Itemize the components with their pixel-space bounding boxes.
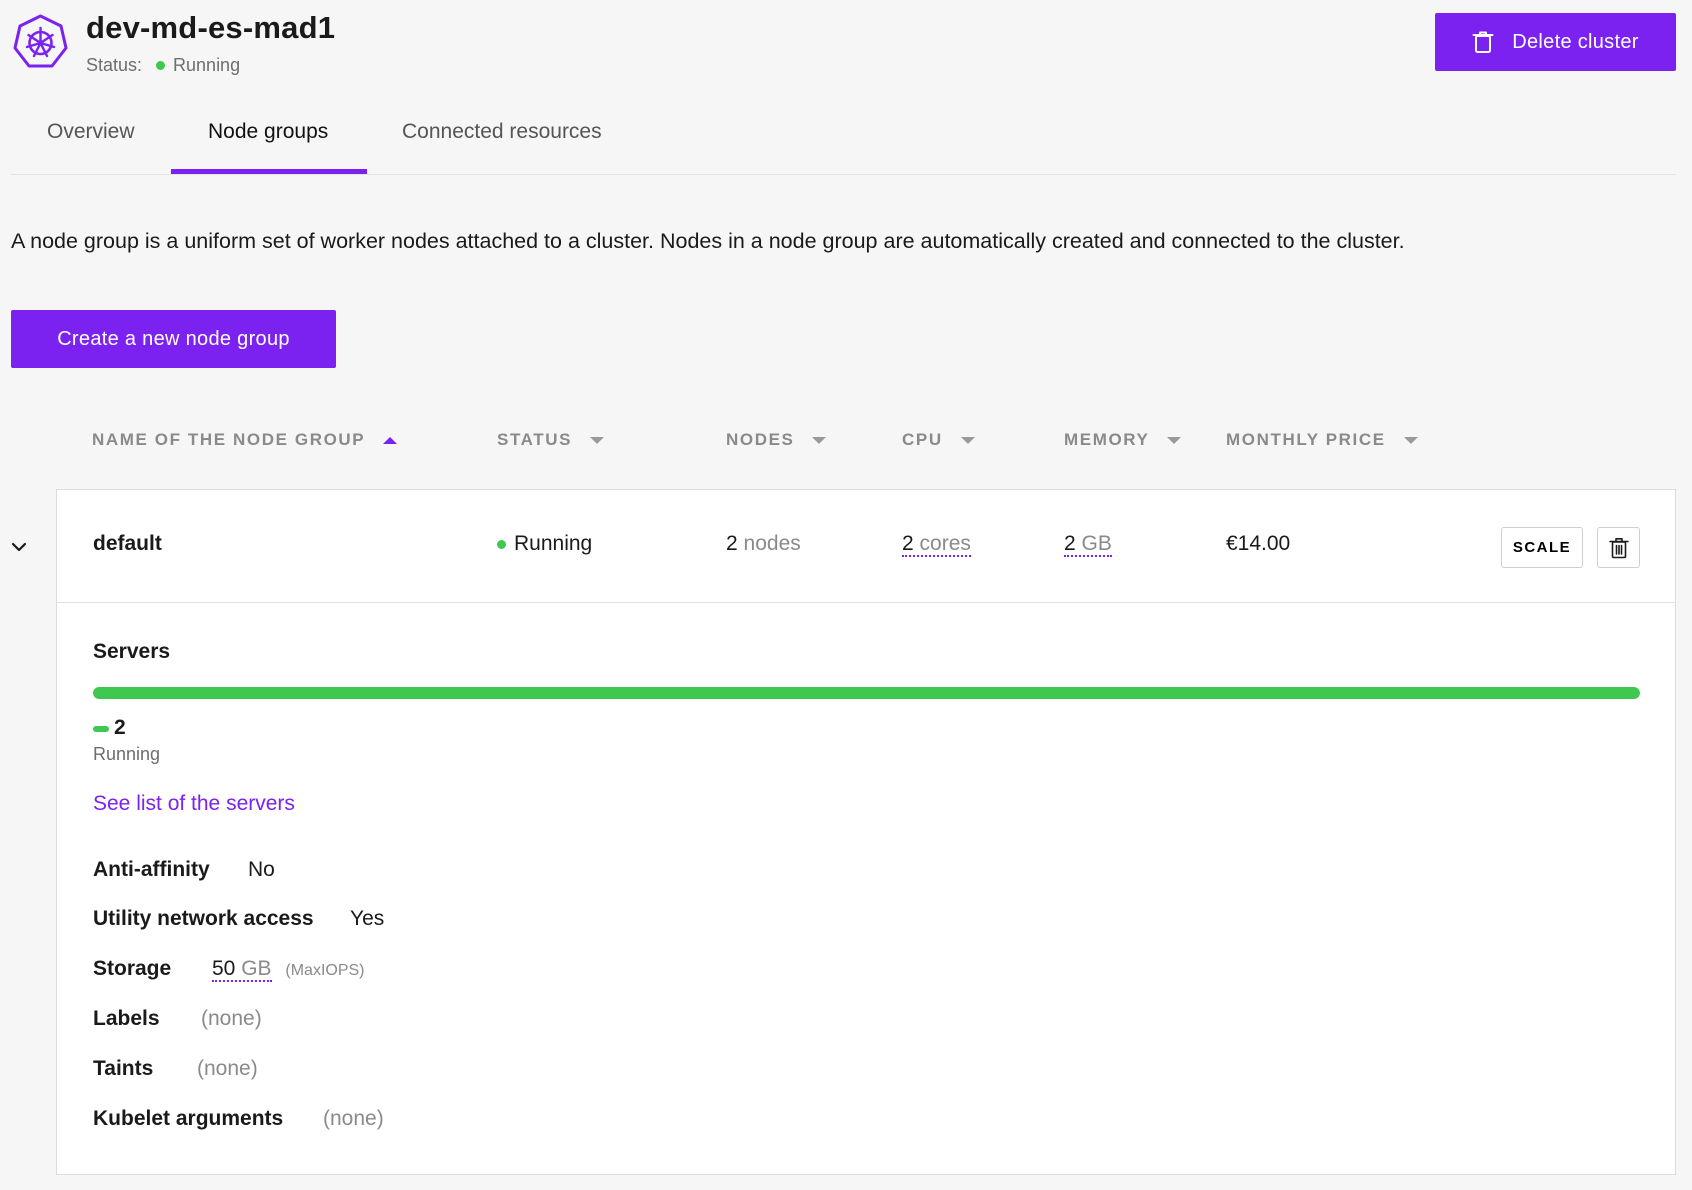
cluster-name: dev-md-es-mad1 (86, 10, 336, 45)
node-group-status-text: Running (514, 532, 593, 555)
nodes-unit: nodes (743, 532, 801, 555)
column-header-cpu-label: CPU (902, 430, 943, 449)
tab-bar: Overview Node groups Connected resources (11, 110, 1676, 175)
tab-overview[interactable]: Overview (47, 120, 135, 144)
node-group-description: A node group is a uniform set of worker … (11, 229, 1405, 253)
column-header-name-label: NAME OF THE NODE GROUP (92, 430, 366, 449)
status-running-dot (497, 539, 506, 549)
servers-progress-fill (93, 687, 1640, 699)
column-header-name[interactable]: NAME OF THE NODE GROUP (92, 430, 398, 450)
sort-arrow-icon (1167, 436, 1182, 444)
taints-label: Taints (93, 1057, 154, 1080)
sort-arrow-icon (812, 436, 827, 444)
column-header-nodes[interactable]: NODES (726, 430, 827, 450)
storage-size[interactable]: 50 GB (212, 957, 272, 982)
active-tab-indicator (171, 169, 367, 174)
storage-type: (MaxIOPS) (285, 962, 365, 979)
sort-arrow-icon (590, 436, 605, 444)
memory-value[interactable]: 2 GB (1064, 532, 1112, 557)
create-node-group-button[interactable]: Create a new node group (11, 310, 336, 368)
running-count: 2 (114, 716, 126, 739)
tab-connected-resources[interactable]: Connected resources (402, 120, 602, 144)
column-header-memory[interactable]: MEMORY (1064, 430, 1182, 450)
column-header-cpu[interactable]: CPU (902, 430, 975, 450)
storage-unit: GB (241, 957, 272, 980)
kubernetes-logo-icon (13, 14, 68, 68)
storage-label: Storage (93, 957, 172, 980)
column-header-monthly-price[interactable]: MONTHLY PRICE (1226, 430, 1418, 450)
status-label: Status: (86, 55, 143, 75)
taints-value: (none) (197, 1057, 258, 1080)
running-legend-swatch (93, 726, 109, 732)
column-header-memory-label: MEMORY (1064, 430, 1150, 449)
storage-value: 50 GB (MaxIOPS) (212, 957, 365, 982)
column-header-status-label: STATUS (497, 430, 573, 449)
node-group-card (56, 489, 1676, 1175)
kubelet-arguments-label: Kubelet arguments (93, 1107, 284, 1130)
sort-arrow-icon (1403, 436, 1418, 444)
nodes-count: 2 (726, 532, 738, 555)
sort-asc-icon (383, 436, 398, 444)
servers-title: Servers (93, 640, 171, 663)
status-value: Running (173, 55, 241, 75)
see-servers-link[interactable]: See list of the servers (93, 792, 295, 816)
memory-unit: GB (1081, 532, 1112, 555)
memory-count: 2 (1064, 532, 1076, 555)
utility-network-label: Utility network access (93, 907, 314, 930)
tab-node-groups[interactable]: Node groups (208, 120, 328, 144)
utility-network-value: Yes (350, 907, 385, 930)
trash-icon (1608, 537, 1629, 558)
trash-icon (1472, 31, 1494, 53)
delete-node-group-button[interactable] (1597, 527, 1640, 568)
labels-value: (none) (201, 1007, 262, 1030)
node-group-price: €14.00 (1226, 532, 1291, 555)
sort-arrow-icon (960, 436, 975, 444)
storage-count: 50 (212, 957, 236, 980)
node-group-nodes: 2 nodes (726, 532, 801, 556)
node-group-status: Running (497, 532, 592, 556)
cpu-unit: cores (919, 532, 971, 555)
chevron-down-icon[interactable] (10, 538, 28, 556)
running-label: Running (93, 744, 161, 764)
labels-label: Labels (93, 1007, 160, 1030)
cluster-status: Status: Running (86, 55, 240, 76)
anti-affinity-value: No (248, 858, 275, 881)
status-running-dot (156, 61, 166, 70)
scale-button[interactable]: SCALE (1501, 527, 1583, 568)
row-divider (57, 602, 1675, 603)
column-header-nodes-label: NODES (726, 430, 795, 449)
column-header-price-label: MONTHLY PRICE (1226, 430, 1386, 449)
delete-cluster-button[interactable]: Delete cluster (1435, 13, 1676, 71)
cpu-count: 2 (902, 532, 914, 555)
node-group-memory: 2 GB (1064, 532, 1112, 557)
delete-cluster-label: Delete cluster (1512, 30, 1639, 53)
kubelet-arguments-value: (none) (323, 1107, 384, 1130)
servers-progress-bar (93, 687, 1640, 699)
anti-affinity-label: Anti-affinity (93, 858, 210, 881)
cpu-value[interactable]: 2 cores (902, 532, 971, 557)
node-group-name: default (93, 532, 162, 555)
node-group-cpu: 2 cores (902, 532, 971, 557)
column-header-status[interactable]: STATUS (497, 430, 605, 450)
